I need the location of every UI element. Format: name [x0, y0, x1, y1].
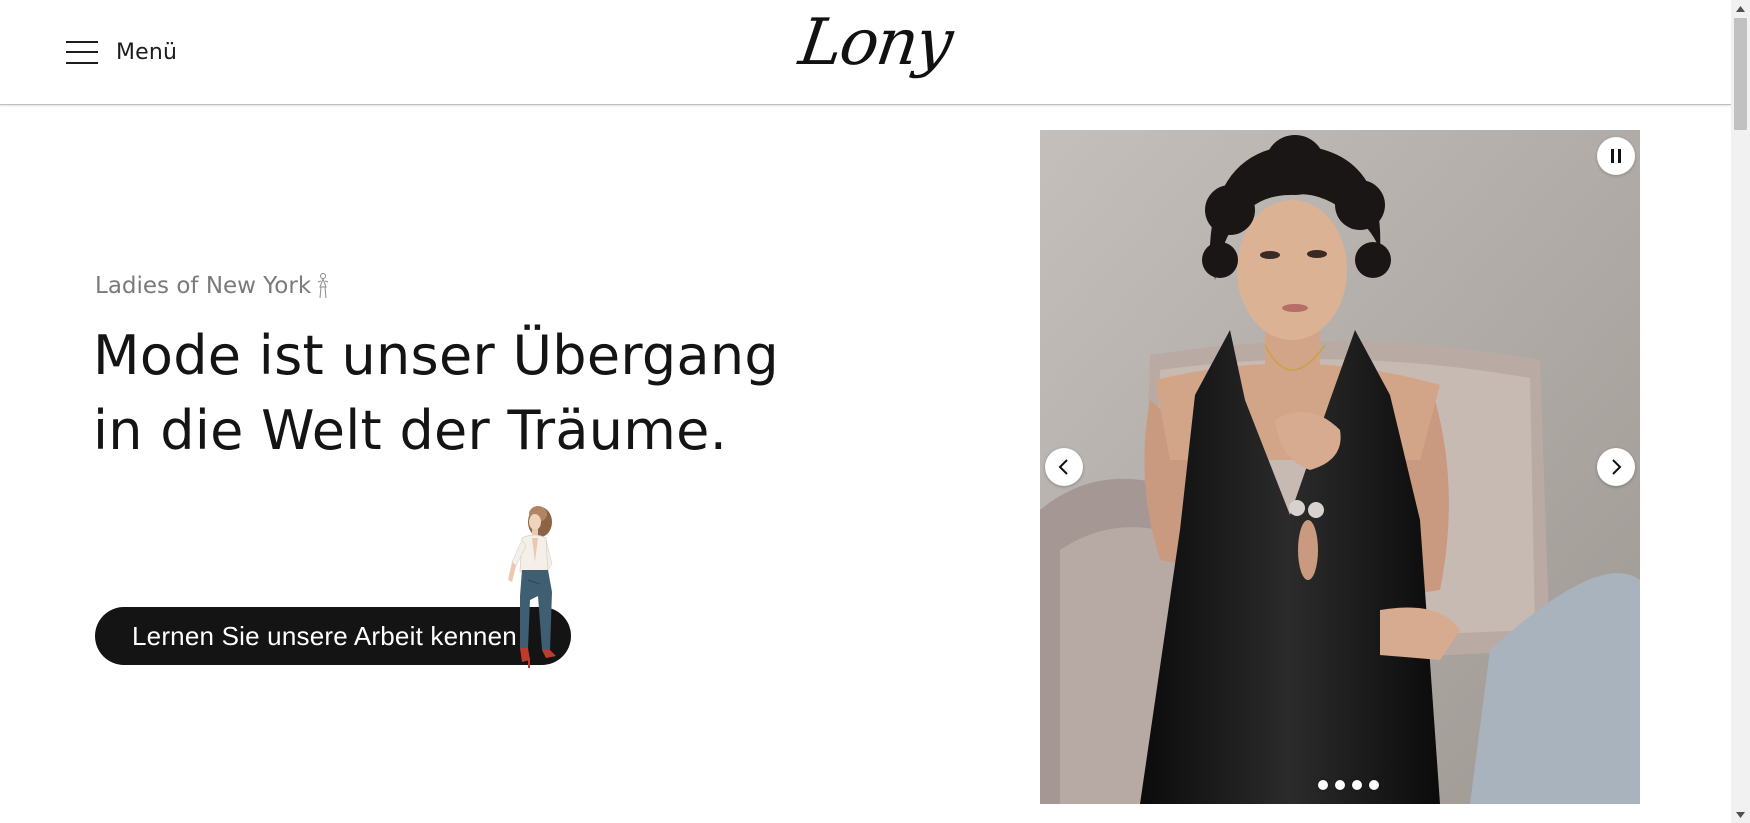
pause-icon: [1609, 149, 1623, 163]
vertical-scrollbar[interactable]: [1731, 0, 1750, 823]
scroll-up-button[interactable]: [1731, 0, 1750, 17]
scroll-down-arrow-icon: [1736, 811, 1745, 818]
slide-dot-1[interactable]: [1318, 780, 1328, 790]
scrollbar-thumb[interactable]: [1734, 18, 1747, 130]
hero-subheading-text: Ladies of New York: [95, 273, 312, 299]
sitting-woman-illustration: [508, 506, 556, 668]
slider-pagination: [1318, 780, 1379, 790]
hero-subheading: Ladies of New York: [95, 272, 331, 300]
hero-headline: Mode ist unser Übergang in die Welt der …: [93, 318, 793, 468]
image-slider: [1040, 130, 1640, 804]
menu-label: Menü: [116, 39, 178, 65]
pause-slider-button[interactable]: [1597, 137, 1635, 175]
logo-text: Lony: [794, 6, 956, 80]
page: Menü Lony Ladies of New York Mode ist un…: [0, 0, 1731, 823]
fashion-figure-icon: [317, 273, 329, 299]
scroll-down-button[interactable]: [1731, 806, 1750, 823]
hero-headline-line1: Mode ist unser Übergang: [93, 324, 779, 387]
site-header: Menü Lony: [0, 0, 1731, 105]
hero-headline-line2: in die Welt der Träume.: [93, 399, 728, 462]
woman-black-dress-photo: [1040, 130, 1640, 804]
hamburger-icon: [66, 38, 98, 66]
logo[interactable]: Lony: [790, 0, 956, 100]
chevron-left-icon: [1058, 459, 1068, 475]
chevron-right-icon: [1612, 459, 1622, 475]
slide-dot-2[interactable]: [1335, 780, 1345, 790]
slide-dot-3[interactable]: [1352, 780, 1362, 790]
next-slide-button[interactable]: [1597, 448, 1635, 486]
previous-slide-button[interactable]: [1045, 448, 1083, 486]
slide-dot-4[interactable]: [1369, 780, 1379, 790]
cta-label: Lernen Sie unsere Arbeit kennen: [132, 620, 517, 651]
scroll-up-arrow-icon: [1736, 5, 1745, 12]
menu-button[interactable]: Menü: [66, 34, 177, 70]
